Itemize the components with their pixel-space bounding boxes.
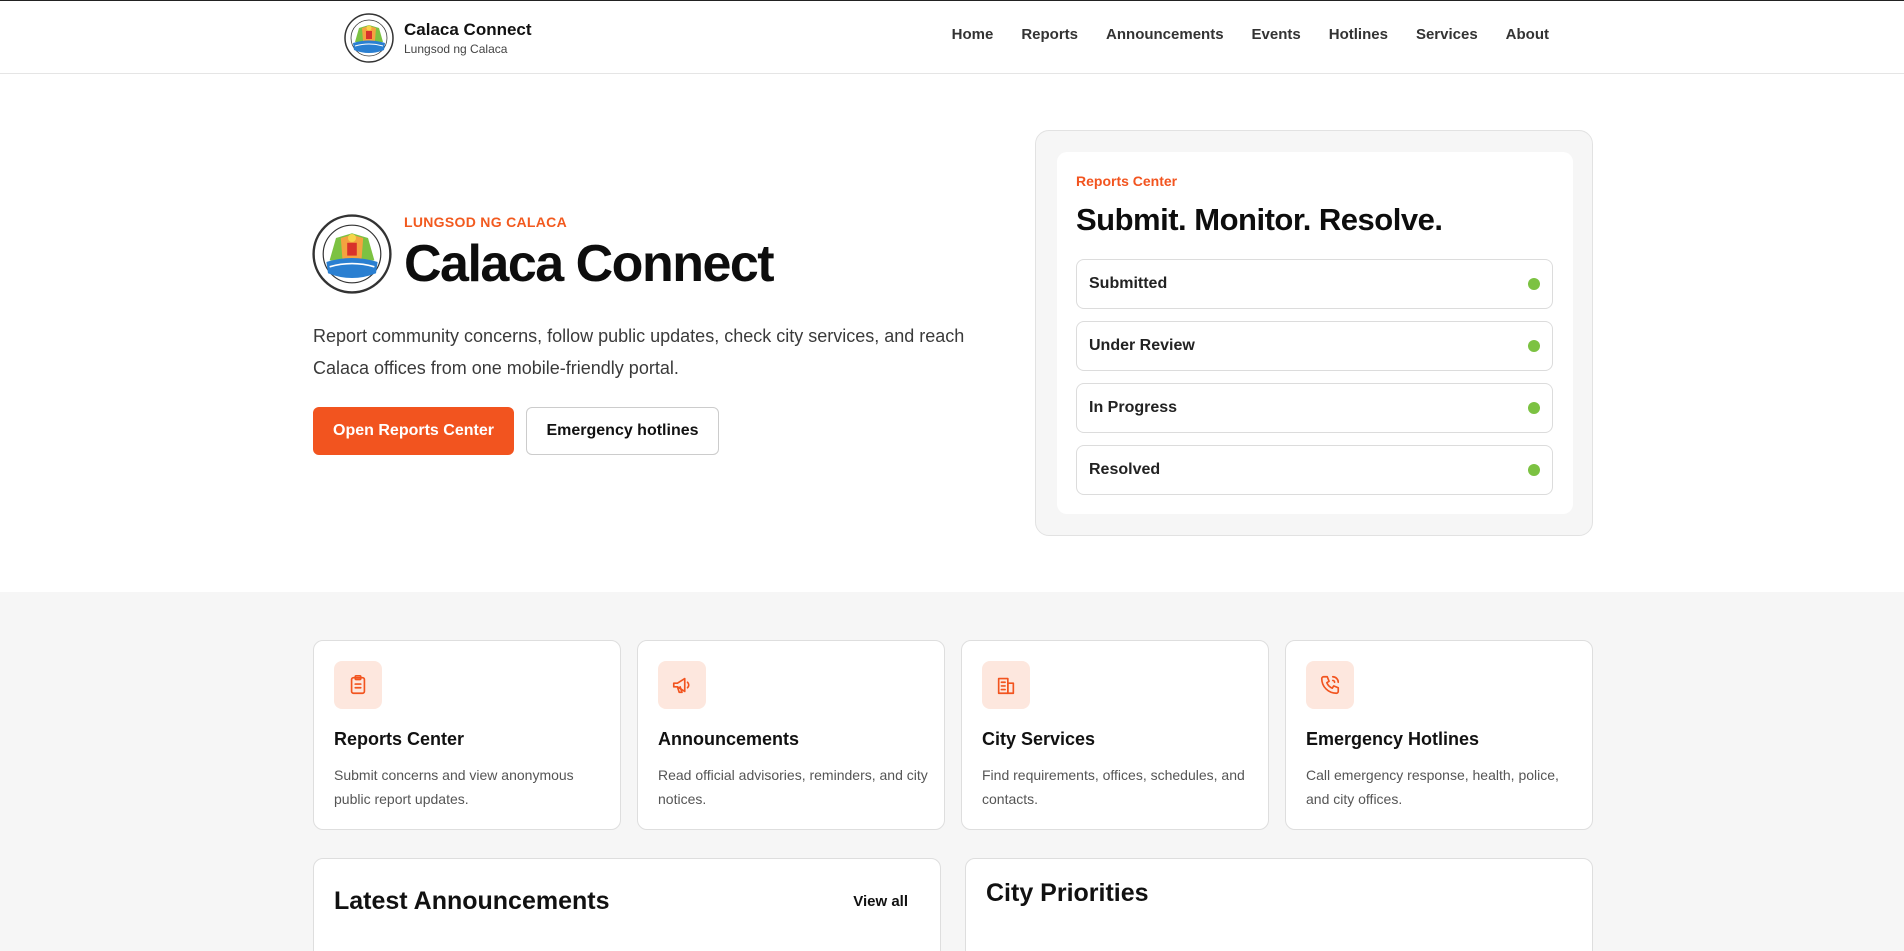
brand-title: Calaca Connect [404, 19, 532, 39]
reports-center-panel: Reports Center Submit. Monitor. Resolve.… [1035, 130, 1593, 536]
city-priorities-panel: City Priorities [965, 858, 1593, 951]
view-all-link[interactable]: View all [853, 893, 908, 910]
nav-announcements[interactable]: Announcements [1106, 26, 1224, 43]
status-resolved: Resolved [1076, 445, 1553, 495]
city-seal-icon [312, 214, 392, 294]
hero-description: Report community concerns, follow public… [313, 326, 965, 378]
building-icon [982, 661, 1030, 709]
hero-title: Calaca Connect [404, 235, 775, 293]
card-announcements[interactable]: Announcements Read official advisories, … [637, 640, 945, 830]
status-in-progress: In Progress [1076, 383, 1553, 433]
features-section [0, 592, 1904, 951]
nav-events[interactable]: Events [1252, 26, 1301, 43]
status-label: Under Review [1089, 337, 1195, 354]
nav-about[interactable]: About [1506, 26, 1549, 43]
megaphone-icon [658, 661, 706, 709]
nav-services[interactable]: Services [1416, 26, 1478, 43]
status-label: Submitted [1089, 275, 1168, 292]
brand[interactable]: Calaca Connect Lungsod ng Calaca [344, 13, 532, 63]
card-title: Reports Center [334, 729, 465, 749]
phone-icon [1306, 661, 1354, 709]
card-description: Call emergency response, health, police,… [1306, 767, 1559, 807]
card-title: Emergency Hotlines [1306, 729, 1480, 749]
status-under-review: Under Review [1076, 321, 1553, 371]
reports-center-title: Submit. Monitor. Resolve. [1076, 202, 1443, 237]
emergency-hotlines-button[interactable]: Emergency hotlines [526, 407, 719, 455]
card-city-services[interactable]: City Services Find requirements, offices… [961, 640, 1269, 830]
status-label: In Progress [1089, 399, 1178, 416]
brand-subtitle: Lungsod ng Calaca [404, 41, 508, 56]
status-dot-icon [1528, 402, 1540, 414]
nav-hotlines[interactable]: Hotlines [1329, 26, 1388, 43]
top-navbar: Calaca Connect Lungsod ng Calaca Home Re… [0, 0, 1904, 74]
clipboard-icon [334, 661, 382, 709]
card-title: City Services [982, 729, 1096, 749]
card-title: Announcements [658, 729, 800, 749]
status-label: Resolved [1089, 461, 1161, 478]
card-description: Submit concerns and view anonymous publi… [334, 767, 574, 807]
city-seal-icon [344, 13, 394, 63]
card-emergency-hotlines[interactable]: Emergency Hotlines Call emergency respon… [1285, 640, 1593, 830]
latest-announcements-title: Latest Announcements [334, 887, 610, 915]
status-dot-icon [1528, 340, 1540, 352]
main-nav: Home Reports Announcements Events Hotlin… [952, 26, 1549, 43]
reports-center-card: Reports Center Submit. Monitor. Resolve.… [1057, 152, 1573, 514]
status-submitted: Submitted [1076, 259, 1553, 309]
status-dot-icon [1528, 464, 1540, 476]
card-description: Find requirements, offices, schedules, a… [982, 767, 1245, 807]
open-reports-center-button[interactable]: Open Reports Center [313, 407, 514, 455]
nav-reports[interactable]: Reports [1021, 26, 1078, 43]
hero-kicker: LUNGSOD NG CALACA [404, 214, 567, 230]
card-description: Read official advisories, reminders, and… [658, 767, 928, 807]
status-dot-icon [1528, 278, 1540, 290]
latest-announcements-panel: Latest Announcements View all [313, 858, 941, 951]
hero-heading: LUNGSOD NG CALACA Calaca Connect [312, 212, 775, 296]
reports-center-label: Reports Center [1076, 173, 1178, 189]
city-priorities-title: City Priorities [986, 879, 1149, 907]
nav-home[interactable]: Home [952, 26, 994, 43]
card-reports-center[interactable]: Reports Center Submit concerns and view … [313, 640, 621, 830]
